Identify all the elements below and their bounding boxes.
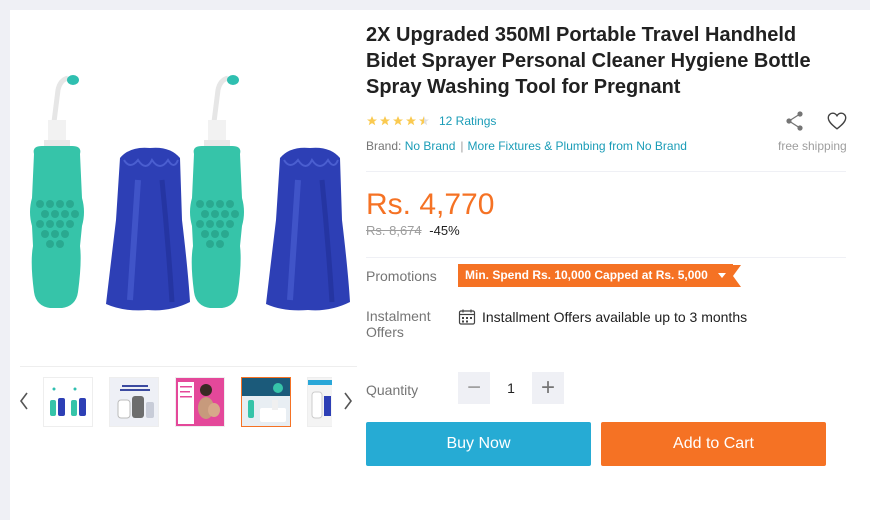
thumbnail-prev-button[interactable] bbox=[14, 385, 34, 417]
instalment-label-line1: Instalment bbox=[366, 308, 431, 324]
original-price-row: Rs. 8,674 -45% bbox=[366, 223, 460, 238]
buy-now-button[interactable]: Buy Now bbox=[366, 422, 591, 466]
original-price: Rs. 8,674 bbox=[366, 223, 422, 238]
gallery-divider bbox=[20, 366, 357, 367]
bidet-bottle-image bbox=[30, 75, 84, 308]
add-to-cart-button[interactable]: Add to Cart bbox=[601, 422, 826, 466]
share-icon bbox=[786, 111, 803, 131]
thumbnail-4[interactable] bbox=[241, 377, 291, 427]
promotion-text: Min. Spend Rs. 10,000 Capped at Rs. 5,00… bbox=[465, 268, 708, 282]
wishlist-button[interactable] bbox=[826, 110, 848, 132]
storage-bag-image bbox=[106, 147, 190, 311]
storage-bag-image bbox=[266, 147, 350, 311]
quantity-label: Quantity bbox=[366, 382, 419, 398]
star-rating bbox=[366, 115, 430, 127]
heart-icon bbox=[827, 112, 847, 130]
promotion-tag[interactable]: Min. Spend Rs. 10,000 Capped at Rs. 5,00… bbox=[458, 264, 741, 287]
thumbnail-5[interactable] bbox=[307, 377, 332, 427]
quantity-value[interactable]: 1 bbox=[490, 380, 532, 396]
chevron-right-icon bbox=[344, 392, 352, 410]
half-star-icon bbox=[419, 116, 429, 126]
bidet-bottle-image bbox=[190, 75, 244, 308]
tag-notch bbox=[732, 264, 741, 287]
star-icon bbox=[380, 116, 390, 126]
chevron-left-icon bbox=[20, 392, 28, 410]
discount-percent: -45% bbox=[429, 223, 460, 238]
star-icon bbox=[367, 116, 377, 126]
product-title: 2X Upgraded 350Ml Portable Travel Handhe… bbox=[366, 24, 811, 98]
free-shipping-label: free shipping bbox=[778, 139, 847, 153]
brand-link[interactable]: No Brand bbox=[405, 139, 456, 153]
brand-separator: | bbox=[460, 139, 464, 153]
share-button[interactable] bbox=[784, 110, 806, 132]
instalment-label-line2: Offers bbox=[366, 324, 404, 340]
instalment-offer-text: Installment Offers available up to 3 mon… bbox=[482, 309, 748, 325]
divider bbox=[366, 257, 846, 258]
thumbnail-next-button[interactable] bbox=[338, 385, 358, 417]
main-product-image[interactable] bbox=[20, 20, 357, 360]
instalment-offer: Installment Offers available up to 3 mon… bbox=[458, 308, 747, 326]
instalment-label: Instalment Offers bbox=[366, 308, 431, 340]
promotions-label: Promotions bbox=[366, 268, 437, 284]
divider bbox=[366, 171, 846, 172]
brand-label: Brand: bbox=[366, 139, 402, 153]
thumbnail-3[interactable] bbox=[175, 377, 225, 427]
product-card: 2X Upgraded 350Ml Portable Travel Handhe… bbox=[10, 10, 870, 520]
more-from-brand-link[interactable]: More Fixtures & Plumbing from No Brand bbox=[468, 139, 687, 153]
promotion-tag-body: Min. Spend Rs. 10,000 Capped at Rs. 5,00… bbox=[458, 264, 733, 287]
thumbnail-2[interactable] bbox=[109, 377, 159, 427]
increase-quantity-button[interactable]: + bbox=[532, 372, 564, 404]
ratings-count-link[interactable]: 12 Ratings bbox=[439, 114, 496, 128]
quantity-stepper: − 1 + bbox=[458, 372, 564, 404]
current-price: Rs. 4,770 bbox=[366, 188, 495, 221]
caret-down-icon bbox=[717, 273, 726, 278]
thumbnail-1[interactable] bbox=[43, 377, 93, 427]
calendar-icon bbox=[458, 309, 476, 325]
brand-row: Brand: No Brand | More Fixtures & Plumbing… bbox=[366, 139, 687, 153]
star-icon bbox=[393, 116, 403, 126]
decrease-quantity-button[interactable]: − bbox=[458, 372, 490, 404]
rating-row: 12 Ratings bbox=[366, 113, 496, 129]
star-icon bbox=[406, 116, 416, 126]
thumbnail-strip bbox=[20, 377, 357, 429]
